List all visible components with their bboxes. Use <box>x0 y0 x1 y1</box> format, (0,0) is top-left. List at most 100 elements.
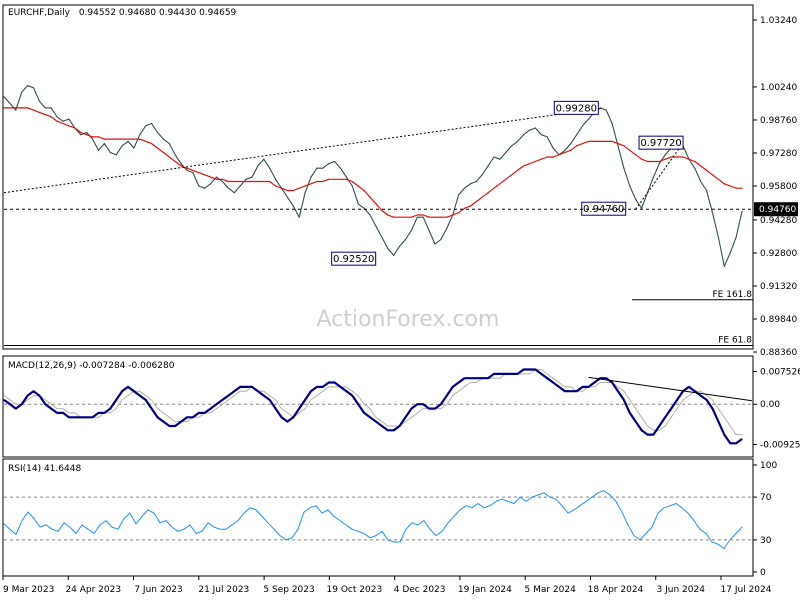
signal-point <box>700 390 702 392</box>
macd-point <box>310 390 312 392</box>
signal-point <box>605 382 607 383</box>
price-point <box>528 129 531 131</box>
rsi-point <box>285 539 287 541</box>
signal-point <box>446 403 448 405</box>
macd-point <box>694 390 696 392</box>
macd-header: MACD(12,26,9) -0.007284 -0.006280 <box>8 361 175 371</box>
price-point <box>658 163 660 165</box>
ma-point <box>723 183 725 185</box>
price-point <box>605 109 607 111</box>
ma-point <box>570 149 572 151</box>
rsi-point <box>351 528 353 530</box>
rsi-point <box>489 505 491 507</box>
signal-point <box>381 421 383 423</box>
rsi-point <box>27 511 29 513</box>
macd-point <box>38 395 40 397</box>
signal-point <box>304 408 306 410</box>
rsi-point <box>261 515 263 517</box>
ma-point <box>664 158 666 160</box>
macd-point <box>62 412 64 414</box>
rsi-point <box>669 505 671 507</box>
macd-point <box>369 416 371 418</box>
rsi-point <box>375 535 377 537</box>
price-point <box>546 136 548 138</box>
price-point <box>611 122 613 125</box>
price-point <box>109 151 111 154</box>
macd-point <box>304 399 306 401</box>
macd-point <box>570 390 572 392</box>
rsi-point <box>543 492 545 494</box>
signal-point <box>316 395 318 397</box>
rsi-point <box>687 512 689 514</box>
rsi-point <box>465 505 467 507</box>
signal-point <box>121 399 123 401</box>
macd-point <box>103 412 105 414</box>
ma-point <box>156 147 159 149</box>
ma-point <box>523 165 525 167</box>
x-tick-label: 9 Mar 2023 <box>3 585 54 595</box>
ma-point <box>15 107 17 109</box>
price-y-tick-label: 0.94280 <box>760 216 797 226</box>
ohlc-label: 0.94552 0.94680 0.94430 0.94659 <box>79 8 237 18</box>
macd-point <box>15 408 17 410</box>
macd-point <box>416 403 418 405</box>
macd-point <box>676 399 678 401</box>
price-point <box>664 154 666 156</box>
rsi-point <box>417 524 419 526</box>
price-point <box>711 212 714 214</box>
signal-point <box>50 403 52 405</box>
signal-point <box>676 408 678 410</box>
signal-point <box>658 429 660 431</box>
signal-point <box>351 390 353 392</box>
x-tick-label: 17 Jul 2024 <box>721 585 772 595</box>
rsi-point <box>39 526 41 528</box>
rsi-point <box>633 535 635 537</box>
rsi-point <box>219 528 221 530</box>
ma-point <box>617 143 619 145</box>
macd-point <box>529 369 530 370</box>
signal-point <box>712 399 713 401</box>
ma-point <box>552 156 554 158</box>
macd-point <box>593 382 595 383</box>
price-point <box>564 149 566 151</box>
ma-point <box>286 189 288 192</box>
rsi-point <box>627 524 629 526</box>
macd-point <box>269 399 271 401</box>
rsi-point <box>93 533 95 534</box>
price-point <box>269 167 271 169</box>
ma-point <box>599 140 601 142</box>
price-point <box>369 214 371 216</box>
price-y-tick-label: 0.91320 <box>760 282 797 292</box>
signal-point <box>558 382 560 383</box>
rsi-header: RSI(14) 41.6448 <box>8 464 81 474</box>
ma-point <box>68 125 70 127</box>
macd-point <box>263 395 265 397</box>
macd-point <box>399 425 401 427</box>
rsi-point <box>405 528 407 530</box>
macd-point <box>393 429 395 431</box>
signal-point <box>529 373 530 375</box>
x-tick-label: 3 Jun 2024 <box>657 585 706 595</box>
rsi-point <box>483 507 485 509</box>
signal-point <box>168 416 170 418</box>
price-point <box>251 176 253 178</box>
signal-point <box>68 412 70 414</box>
macd-point <box>98 412 99 414</box>
signal-point <box>145 395 147 397</box>
price-point <box>215 176 218 178</box>
ma-point <box>582 143 584 145</box>
price-point <box>68 118 70 120</box>
price-point <box>38 100 41 102</box>
rsi-point <box>441 530 443 532</box>
macd-point <box>3 399 5 401</box>
ma-point <box>204 174 206 176</box>
macd-point <box>629 412 631 414</box>
macd-point <box>588 386 589 388</box>
macd-point <box>458 382 460 383</box>
rsi-point <box>363 533 365 534</box>
macd-point <box>86 416 88 418</box>
ma-point <box>717 178 720 180</box>
macd-point <box>387 429 389 431</box>
signal-point <box>109 412 111 414</box>
ma-point <box>487 192 489 194</box>
